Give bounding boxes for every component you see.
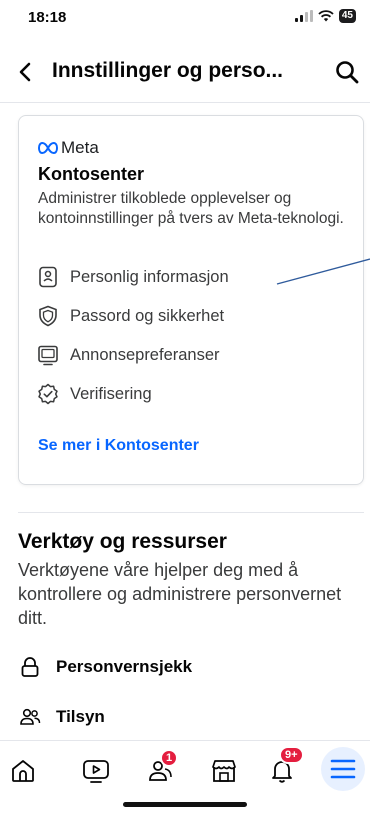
card-item-label: Passord og sikkerhet	[70, 306, 225, 325]
tab-video[interactable]	[78, 753, 114, 789]
home-indicator	[123, 802, 247, 807]
card-item-password-security[interactable]: Passord og sikkerhet	[36, 303, 224, 329]
status-bar: 18:18 45	[0, 0, 370, 40]
lock-icon	[18, 655, 42, 679]
wifi-icon	[318, 10, 334, 22]
meta-infinity-icon	[38, 142, 58, 154]
header: Innstillinger og perso...	[0, 50, 370, 94]
tab-home[interactable]	[5, 753, 41, 789]
card-item-personal-info[interactable]: Personlig informasjon	[36, 264, 229, 290]
notifications-badge: 9+	[279, 746, 304, 764]
see-more-accounts-center-link[interactable]: Se mer i Kontosenter	[38, 437, 199, 455]
card-item-label: Verifisering	[70, 384, 152, 403]
list-item-label: Tilsyn	[56, 707, 105, 726]
page-title: Innstillinger og perso...	[52, 59, 284, 82]
card-item-label: Personlig informasjon	[70, 267, 229, 286]
meta-logo: Meta	[38, 138, 99, 158]
card-item-ad-preferences[interactable]: Annonsepreferanser	[36, 342, 220, 368]
annotation-line	[276, 258, 370, 285]
status-time: 18:18	[28, 9, 67, 26]
card-title: Kontosenter	[38, 164, 145, 184]
id-card-icon	[36, 265, 60, 289]
friends-badge: 1	[160, 749, 179, 767]
card-item-verification[interactable]: Verifisering	[36, 381, 152, 407]
tools-section-title: Verktøy og ressurser	[18, 530, 227, 553]
video-icon	[83, 760, 109, 783]
list-item-label: Personvernsjekk	[56, 657, 193, 676]
list-item-privacy-checkup[interactable]: Personvernsjekk	[18, 655, 192, 679]
people-icon	[18, 705, 42, 729]
shield-icon	[36, 304, 60, 328]
verified-badge-icon	[36, 382, 60, 406]
header-divider	[0, 102, 370, 103]
list-item-supervision[interactable]: Tilsyn	[18, 705, 105, 729]
chevron-left-icon	[19, 62, 31, 82]
card-item-label: Annonsepreferanser	[70, 345, 220, 364]
search-button[interactable]	[334, 59, 360, 85]
search-icon	[336, 61, 359, 84]
signal-icon	[294, 10, 313, 22]
meta-brand-text: Meta	[61, 138, 99, 157]
tab-menu[interactable]	[321, 747, 365, 791]
home-icon	[12, 760, 34, 782]
section-divider	[18, 512, 364, 513]
battery-icon: 45	[338, 9, 356, 23]
menu-icon	[330, 759, 356, 779]
back-button[interactable]	[14, 60, 38, 84]
status-icons: 45	[294, 9, 356, 23]
monitor-icon	[36, 343, 60, 367]
tools-section-description: Verktøyene våre hjelper deg med å kontro…	[18, 560, 342, 628]
marketplace-icon	[212, 760, 236, 782]
card-description: Administrer tilkoblede opplevelser og ko…	[38, 190, 344, 227]
tab-marketplace[interactable]	[206, 753, 242, 789]
accounts-center-card[interactable]: Meta Kontosenter Administrer tilkoblede …	[18, 115, 364, 485]
